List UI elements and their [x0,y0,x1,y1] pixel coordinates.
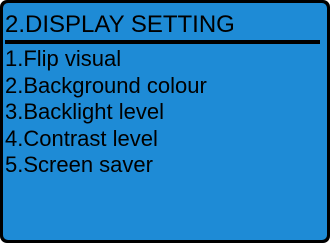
display-settings-menu: 1.Flip visual 2.Background colour 3.Back… [5,46,325,179]
menu-item-screen-saver[interactable]: 5.Screen saver [5,152,325,179]
menu-item-backlight-level[interactable]: 3.Backlight level [5,99,325,126]
lcd-screen: 2.DISPLAY SETTING 1.Flip visual 2.Backgr… [3,3,327,240]
menu-item-background-colour[interactable]: 2.Background colour [5,73,325,100]
device-frame: 2.DISPLAY SETTING 1.Flip visual 2.Backgr… [0,0,330,243]
menu-item-contrast-level[interactable]: 4.Contrast level [5,126,325,153]
title-divider [5,40,320,44]
menu-title: 2.DISPLAY SETTING [5,11,235,38]
menu-item-flip-visual[interactable]: 1.Flip visual [5,46,325,73]
